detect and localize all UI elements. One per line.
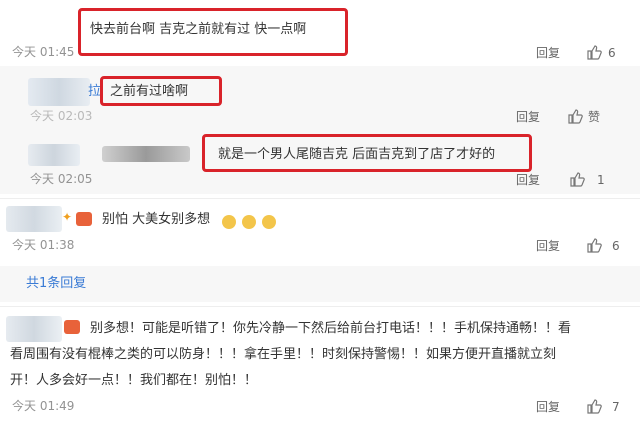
- comment-4-text: 别怕 大美女别多想: [102, 212, 211, 227]
- emoji-hug-icon: [242, 212, 258, 231]
- comment-2-reply-button[interactable]: 回复: [516, 109, 540, 125]
- comment-5-like-count: 7: [612, 400, 620, 414]
- fan-badge-icon: [64, 320, 80, 334]
- thumb-up-icon[interactable]: [586, 398, 602, 418]
- comment-5-text-line-1: 别多想！可能是听错了！你先冷静一下然后给前台打电话！！！手机保持通畅！！看: [90, 321, 572, 336]
- comment-1-like-count: 6: [608, 46, 616, 60]
- comment-4-like-count: 6: [612, 239, 620, 253]
- comment-2-like-button[interactable]: 赞: [588, 109, 600, 125]
- avatar-blurred: [28, 78, 90, 106]
- replies-bar: [0, 266, 640, 302]
- avatar-blurred: [6, 206, 62, 232]
- avatar-blurred: [6, 316, 62, 342]
- comment-5-reply-button[interactable]: 回复: [536, 399, 560, 415]
- comment-3-time: 今天 02:05: [30, 172, 93, 186]
- comment-5-text-line-3: 开！人多会好一点！！我们都在！别怕！！: [10, 373, 258, 388]
- comment-3-like-count: 1: [597, 173, 605, 187]
- comment-3-text: 就是一个男人尾随吉克 后面吉克到了店了才好的: [218, 147, 496, 162]
- comment-5-text-line-2: 看周围有没有棍棒之类的可以防身！！！拿在手里！！时刻保持警惕！！如果方便开直播就…: [10, 347, 557, 362]
- view-replies-link[interactable]: 共1条回复: [26, 274, 86, 294]
- author-blurred: [102, 146, 190, 162]
- divider: [0, 306, 640, 307]
- thumb-up-icon[interactable]: [586, 237, 602, 257]
- emoji-hug-icon: [262, 212, 278, 231]
- divider: [0, 198, 640, 199]
- comment-4-time: 今天 01:38: [12, 238, 75, 252]
- avatar-blurred: [28, 144, 80, 166]
- thumb-up-icon[interactable]: [567, 108, 583, 128]
- comment-3-reply-button[interactable]: 回复: [516, 172, 540, 188]
- star-badge-icon: ✦: [62, 210, 73, 224]
- fan-badge-icon: [76, 212, 92, 226]
- comment-2-text: 之前有过啥啊: [110, 84, 189, 99]
- comment-2-time: 今天 02:03: [30, 109, 93, 123]
- comment-1-reply-button[interactable]: 回复: [536, 45, 560, 61]
- comment-4-reply-button[interactable]: 回复: [536, 238, 560, 254]
- comment-1-text: 快去前台啊 吉克之前就有过 快一点啊: [90, 22, 307, 37]
- emoji-hug-icon: [222, 212, 238, 231]
- thumb-up-icon[interactable]: [586, 44, 602, 64]
- thumb-up-icon[interactable]: [569, 171, 585, 191]
- comment-1-time: 今天 01:45: [12, 45, 75, 59]
- comment-5-time: 今天 01:49: [12, 399, 75, 413]
